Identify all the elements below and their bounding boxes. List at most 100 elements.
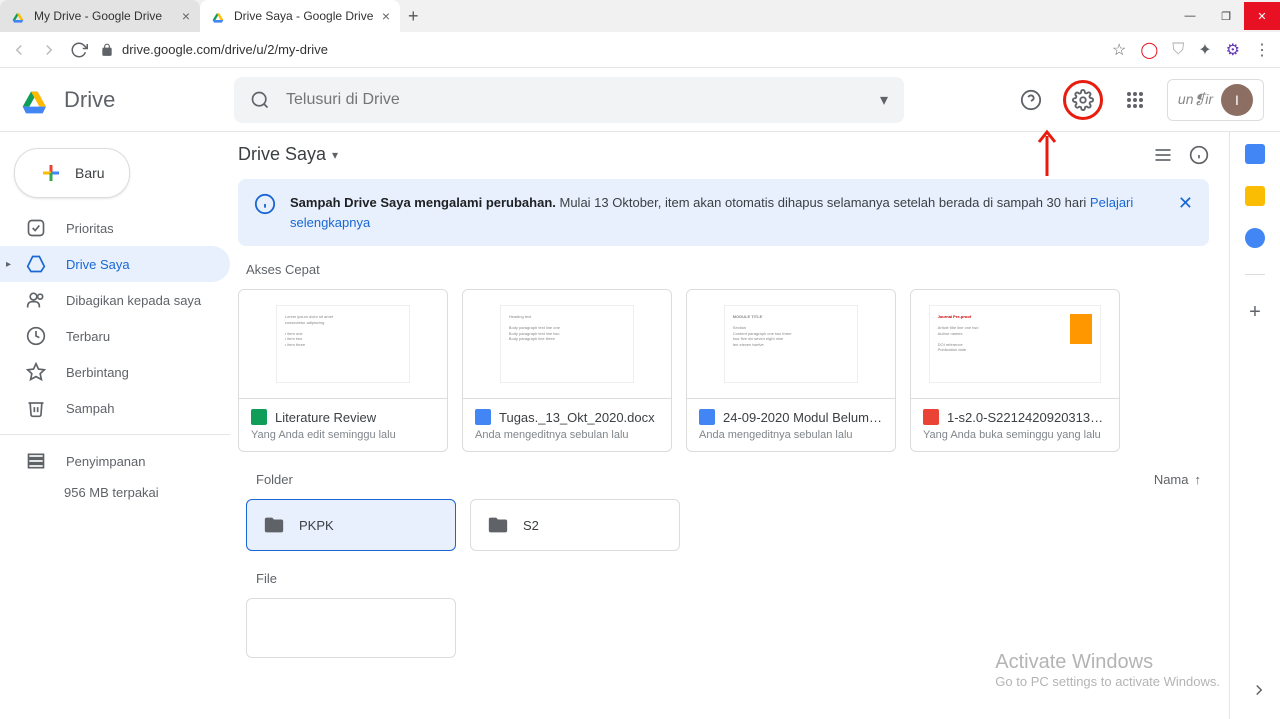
address-bar[interactable]: drive.google.com/drive/u/2/my-drive [100,42,1100,57]
file-title: Tugas._13_Okt_2020.docx [499,410,655,425]
arrow-up-icon: ↑ [1195,472,1202,487]
expand-icon[interactable]: ▸ [6,259,11,270]
sidebar: Baru Prioritas ▸ Drive Saya Dibagikan ke… [0,132,230,719]
checkcircle-icon [26,218,46,238]
sidebar-item-storage[interactable]: Penyimpanan [0,443,230,479]
shield-icon[interactable]: ⛉ [1172,41,1184,59]
quick-access-card[interactable]: MODULE TITLESectionContent paragraph one… [686,289,896,452]
lock-icon [100,43,114,57]
folder-card[interactable]: S2 [470,499,680,551]
sort-button[interactable]: Nama ↑ [1154,472,1201,487]
quick-access-card[interactable]: Lorem ipsum dolor sit ametconsectetur ad… [238,289,448,452]
sidebar-item-label: Berbintang [66,365,129,380]
info-button[interactable] [1189,145,1209,165]
search-bar[interactable]: ▾ [234,77,904,123]
quick-access-title: Akses Cepat [246,262,1209,277]
windows-watermark: Activate Windows Go to PC settings to ac… [995,651,1220,689]
file-subtitle: Anda mengeditnya sebulan lalu [699,429,883,441]
file-preview: MODULE TITLESectionContent paragraph one… [687,290,895,398]
org-badge[interactable]: un❡ir I [1167,79,1264,121]
file-subtitle: Anda mengeditnya sebulan lalu [475,429,659,441]
drive-favicon-icon [10,8,26,24]
avatar[interactable]: I [1221,84,1253,116]
folder-section-label: Folder [256,472,293,487]
extensions-icon[interactable]: ✦ [1198,40,1211,60]
info-banner: Sampah Drive Saya mengalami perubahan. M… [238,179,1209,246]
tab-close-icon[interactable]: × [182,8,190,24]
sidebar-item-recent[interactable]: Terbaru [0,318,230,354]
extension-icon-2[interactable]: ⚙ [1226,40,1240,60]
calendar-icon[interactable] [1245,144,1265,164]
extension-icon[interactable]: ◯ [1140,40,1158,60]
trash-icon [26,398,46,418]
drive-icon [26,254,46,274]
storage-used: 956 MB terpakai [0,485,230,500]
drive-logo[interactable]: Drive [16,80,226,120]
hide-panel-button[interactable] [1250,681,1268,699]
drive-favicon-icon [210,8,226,24]
quick-access-card[interactable]: Journal Pre-proofArticle title line one … [910,289,1120,452]
help-button[interactable] [1011,80,1051,120]
side-panel: + [1230,132,1280,719]
new-button[interactable]: Baru [14,148,130,198]
sidebar-item-shared[interactable]: Dibagikan kepada saya [0,282,230,318]
url-text: drive.google.com/drive/u/2/my-drive [122,42,328,57]
list-view-button[interactable] [1153,145,1173,165]
forward-button[interactable] [40,41,58,59]
folder-name: S2 [523,518,539,533]
file-section-label: File [256,571,277,586]
people-icon [26,290,46,310]
docs-icon [475,409,491,425]
sidebar-item-label: Prioritas [66,221,114,236]
file-card[interactable] [246,598,456,658]
search-options-icon[interactable]: ▾ [880,90,888,110]
banner-bold: Sampah Drive Saya mengalami perubahan. [290,195,556,210]
apps-button[interactable] [1115,80,1155,120]
file-preview: Lorem ipsum dolor sit ametconsectetur ad… [239,290,447,398]
browser-tabs-bar: My Drive - Google Drive × Drive Saya - G… [0,0,1280,32]
file-preview: Journal Pre-proofArticle title line one … [911,290,1119,398]
tab-title: My Drive - Google Drive [34,9,162,23]
sidebar-item-starred[interactable]: Berbintang [0,354,230,390]
banner-close-button[interactable]: ✕ [1178,193,1193,214]
drive-header: Drive ▾ un❡ir I [0,68,1280,132]
quick-access-row: Lorem ipsum dolor sit ametconsectetur ad… [238,289,1209,452]
main-content: Drive Saya ▾ Sampah Drive Saya mengalami… [230,132,1230,719]
tasks-icon[interactable] [1245,228,1265,248]
banner-text: Mulai 13 Oktober, item akan otomatis dih… [556,195,1090,210]
menu-icon[interactable]: ⋮ [1254,40,1270,60]
plus-icon [39,161,63,185]
tab-close-icon[interactable]: × [382,8,390,24]
back-button[interactable] [10,41,28,59]
file-subtitle: Yang Anda edit seminggu lalu [251,429,435,441]
sidebar-item-label: Sampah [66,401,114,416]
search-input[interactable] [286,91,864,109]
folder-icon [487,514,509,536]
storage-icon [26,451,46,471]
drive-logo-icon [16,80,56,120]
browser-tab-0[interactable]: My Drive - Google Drive × [0,0,200,32]
browser-tab-1[interactable]: Drive Saya - Google Drive × [200,0,400,32]
maximize-button[interactable]: ❐ [1208,2,1244,30]
sidebar-item-trash[interactable]: Sampah [0,390,230,426]
sidebar-item-label: Dibagikan kepada saya [66,293,201,308]
add-button[interactable]: + [1249,301,1261,324]
star-icon [26,362,46,382]
annotation-arrow [1035,128,1059,176]
app-name: Drive [64,87,115,113]
folder-card[interactable]: PKPK [246,499,456,551]
sidebar-item-label: Penyimpanan [66,454,146,469]
new-tab-button[interactable]: + [400,6,427,27]
settings-button[interactable] [1063,80,1103,120]
sidebar-item-mydrive[interactable]: ▸ Drive Saya [0,246,230,282]
folder-icon [263,514,285,536]
keep-icon[interactable] [1245,186,1265,206]
minimize-button[interactable]: — [1172,2,1208,30]
sidebar-item-priority[interactable]: Prioritas [0,210,230,246]
bookmark-star-icon[interactable]: ☆ [1112,40,1126,60]
quick-access-card[interactable]: Heading textBody paragraph text line one… [462,289,672,452]
breadcrumb[interactable]: Drive Saya ▾ [238,144,338,165]
reload-button[interactable] [70,41,88,59]
close-window-button[interactable]: ✕ [1244,2,1280,30]
search-icon [250,90,270,110]
